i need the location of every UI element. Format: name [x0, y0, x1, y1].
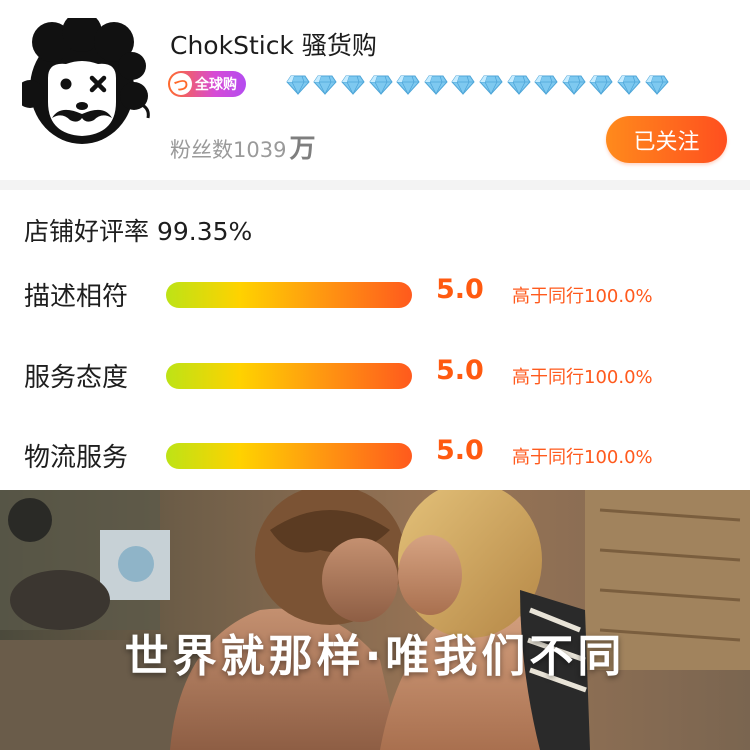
diamond-icon	[505, 72, 533, 98]
global-badge-icon: つ	[170, 73, 192, 95]
rating-bar	[166, 443, 412, 469]
promo-banner[interactable]: 世界就那样·唯我们不同	[0, 490, 750, 750]
rating-label: 服务态度	[24, 363, 129, 393]
shop-logo-avatar[interactable]	[16, 12, 154, 150]
diamond-icon	[588, 72, 616, 98]
rating-row-service: 服务态度 5.0 高于同行100.0%	[0, 353, 750, 393]
fans-count: 粉丝数1039 万	[170, 128, 315, 165]
shop-ratings-panel: 店铺好评率 99.35% 描述相符 5.0 高于同行100.0% 服务态度 5.…	[0, 190, 750, 490]
rating-row-description: 描述相符 5.0 高于同行100.0%	[0, 272, 750, 312]
rating-score: 5.0	[436, 355, 484, 386]
rating-compare: 高于同行100.0%	[512, 367, 653, 388]
diamond-icon	[615, 72, 643, 98]
diamond-icon	[643, 72, 671, 98]
diamond-icon	[560, 72, 588, 98]
positive-rate-title: 店铺好评率 99.35%	[24, 217, 253, 246]
diamond-icon	[477, 72, 505, 98]
diamond-icon	[532, 72, 560, 98]
rating-bar	[166, 363, 412, 389]
banner-slogan: 世界就那样·唯我们不同	[124, 631, 626, 682]
rating-label: 描述相符	[24, 282, 129, 312]
global-badge-label: 全球购	[195, 77, 237, 93]
monkey-logo-icon	[16, 12, 150, 144]
global-shopping-badge: つ 全球购	[168, 71, 246, 97]
section-divider	[0, 180, 750, 190]
shop-name[interactable]: ChokStick 骚货购	[170, 26, 377, 62]
diamond-icon	[422, 72, 450, 98]
diamond-icon	[284, 72, 312, 98]
rating-compare: 高于同行100.0%	[512, 447, 653, 468]
diamond-icon	[450, 72, 478, 98]
rating-score: 5.0	[436, 274, 484, 305]
diamond-icon	[339, 72, 367, 98]
shop-header: ChokStick 骚货购 つ 全球购 粉丝数1039 万 已关注	[0, 0, 750, 180]
fans-count-unit: 万	[289, 134, 316, 164]
followed-button[interactable]: 已关注	[606, 116, 727, 163]
diamond-icon	[367, 72, 395, 98]
rating-bar	[166, 282, 412, 308]
seller-level-diamonds	[284, 72, 670, 98]
rating-score: 5.0	[436, 435, 484, 466]
rating-row-logistics: 物流服务 5.0 高于同行100.0%	[0, 433, 750, 473]
fans-count-label: 粉丝数1039	[170, 138, 287, 162]
rating-label: 物流服务	[24, 443, 129, 473]
rating-compare: 高于同行100.0%	[512, 286, 653, 307]
diamond-icon	[394, 72, 422, 98]
diamond-icon	[312, 72, 340, 98]
